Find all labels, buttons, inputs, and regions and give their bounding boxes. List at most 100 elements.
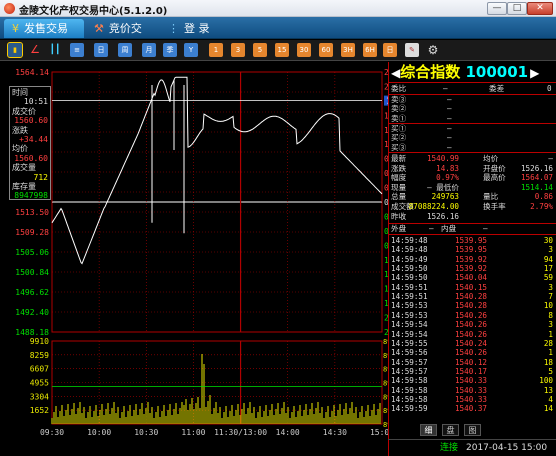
sell-row: 卖③ — xyxy=(389,95,556,104)
interval-15-button[interactable]: 15 xyxy=(275,43,289,57)
tick-time: 14:59:55 xyxy=(391,338,428,348)
draw-icon[interactable]: ✎ xyxy=(405,43,419,57)
price-axis-label: 1564.14 xyxy=(15,68,49,77)
time-axis-label: 15:00 xyxy=(370,428,388,437)
tab-login[interactable]: ⋮ 登 录 xyxy=(160,19,220,38)
day-icon[interactable]: 日 xyxy=(94,43,108,57)
tick-volume: 7 xyxy=(548,292,553,302)
time-axis-label: 11:30/13:00 xyxy=(214,428,267,437)
tick-volume: 1 xyxy=(548,348,553,358)
tick-price: 1540.28 xyxy=(454,301,487,311)
interval-3-button[interactable]: 3 xyxy=(231,43,245,57)
tick-price: 1540.12 xyxy=(454,357,487,367)
divider xyxy=(389,152,556,153)
time-axis-label: 14:30 xyxy=(323,428,347,437)
tick-volume: 28 xyxy=(543,338,553,348)
tick-row: 14:59:58 1540.33 4 xyxy=(389,395,556,404)
weibi-value: — xyxy=(443,84,448,93)
tick-volume: 59 xyxy=(543,273,553,283)
quote-row: 涨跌 14.83 开盘价 1526.16 xyxy=(389,164,556,173)
interval-5-button[interactable]: 5 xyxy=(253,43,267,57)
weibi-label: 委比 xyxy=(391,84,407,93)
candlestick-icon[interactable]: ┃┃ xyxy=(48,43,62,57)
weicha-value: 0 xyxy=(547,84,552,93)
year-icon[interactable]: Y xyxy=(184,43,198,57)
tick-price: 1539.92 xyxy=(454,254,487,264)
volume-axis-label: 1652 xyxy=(30,406,49,415)
tick-price: 1539.95 xyxy=(454,236,487,245)
list-icon[interactable]: ≡ xyxy=(70,43,84,57)
buy-row: 买③ — xyxy=(389,143,556,152)
tab-chart[interactable]: 图 xyxy=(464,424,481,436)
price-axis-label: 1500.84 xyxy=(15,268,49,277)
inner-label: 内盘 xyxy=(441,224,457,233)
tab-book[interactable]: 盘 xyxy=(442,424,459,436)
price-line xyxy=(51,76,383,265)
volume-axis-label: 9910 xyxy=(30,337,49,346)
tick-row: 14:59:50 1539.92 17 xyxy=(389,264,556,273)
tick-time: 14:59:48 xyxy=(391,236,428,245)
tab-detail[interactable]: 细 xyxy=(420,424,437,436)
tick-price: 1540.26 xyxy=(454,310,487,320)
gear-icon[interactable]: ⚙ xyxy=(426,43,440,57)
tick-time: 14:59:53 xyxy=(391,310,428,320)
prev-arrow-icon[interactable]: ◀ xyxy=(389,66,400,80)
tick-row: 14:59:48 1539.95 30 xyxy=(389,236,556,245)
sell-row: 卖② — xyxy=(389,104,556,113)
quote-row: 成交额 87088224.00 换手率 2.79% xyxy=(389,202,556,211)
quote-value-2: 1514.14 xyxy=(520,182,553,192)
tick-time: 14:59:54 xyxy=(391,329,428,339)
close-button[interactable]: ✕ xyxy=(527,2,553,15)
buy-price: — xyxy=(447,142,452,152)
outer-value: — xyxy=(429,224,434,233)
buy-level-label: 买② xyxy=(391,133,407,143)
quarter-icon[interactable]: 季 xyxy=(163,43,177,57)
buy-price: — xyxy=(447,124,452,133)
info-change-label: 涨跌 xyxy=(12,125,28,135)
minimize-button[interactable]: — xyxy=(487,2,507,15)
month-icon[interactable]: 月 xyxy=(142,43,156,57)
tick-volume: 5 xyxy=(548,366,553,376)
maximize-button[interactable]: □ xyxy=(507,2,527,15)
title-bar: 金陵文化产权交易中心(5.1.2.0) — □ ✕ xyxy=(0,0,556,17)
time-axis-label: 10:00 xyxy=(87,428,111,437)
tick-volume: 14 xyxy=(543,404,553,414)
tick-row: 14:59:58 1540.33 100 xyxy=(389,376,556,385)
tick-row: 14:59:56 1540.26 1 xyxy=(389,348,556,357)
info-stock-value: 8947998 xyxy=(14,191,48,201)
price-axis-label: 1505.06 xyxy=(15,248,49,257)
quote-row: 总量 249763 量比 0.86 xyxy=(389,192,556,201)
timeshare-chart[interactable]: 1564.141560.601552.071528.551525.231521.… xyxy=(0,62,388,456)
tick-row: 14:59:55 1540.24 28 xyxy=(389,339,556,348)
app-logo-icon xyxy=(4,3,15,14)
interval-3h-button[interactable]: 3H xyxy=(341,43,355,57)
tick-time: 14:59:59 xyxy=(391,404,428,414)
price-axis-label: 1513.50 xyxy=(15,208,49,217)
interval-1-button[interactable]: 1 xyxy=(209,43,223,57)
interval-day-button[interactable]: 日 xyxy=(383,43,397,57)
tab-bid-trading[interactable]: ⚒竞价交易 xyxy=(86,19,156,54)
price-axis-label: 1492.40 xyxy=(15,308,49,317)
chart-toolbar: ▮ ∠ ┃┃ ≡ 日 周 月 季 Y 1 3 5 15 30 60 3H 6H … xyxy=(0,40,556,61)
tick-time: 14:59:58 xyxy=(391,394,428,404)
quote-label: 现量 xyxy=(391,182,407,192)
tick-price: 1540.33 xyxy=(454,376,487,386)
week-icon[interactable]: 周 xyxy=(118,43,132,57)
tick-price: 1539.92 xyxy=(454,264,487,274)
line-chart-icon[interactable]: ∠ xyxy=(28,43,42,57)
quote-value-2: 1564.07 xyxy=(520,173,553,183)
info-volume-value: 712 xyxy=(33,172,48,182)
tick-volume: 10 xyxy=(543,301,553,311)
tick-volume: 1 xyxy=(548,329,553,339)
interval-6h-button[interactable]: 6H xyxy=(363,43,377,57)
next-arrow-icon[interactable]: ▶ xyxy=(528,66,539,80)
interval-60-button[interactable]: 60 xyxy=(319,43,333,57)
interval-30-button[interactable]: 30 xyxy=(297,43,311,57)
tick-volume: 94 xyxy=(543,254,553,264)
tab-sell-trading[interactable]: ¥ 发售交易 xyxy=(4,19,84,38)
tick-time: 14:59:56 xyxy=(391,348,428,358)
tick-price: 1540.26 xyxy=(454,320,487,330)
bar-chart-icon[interactable]: ▮ xyxy=(7,42,23,58)
tick-time: 14:59:50 xyxy=(391,264,428,274)
tick-time: 14:59:51 xyxy=(391,292,428,302)
